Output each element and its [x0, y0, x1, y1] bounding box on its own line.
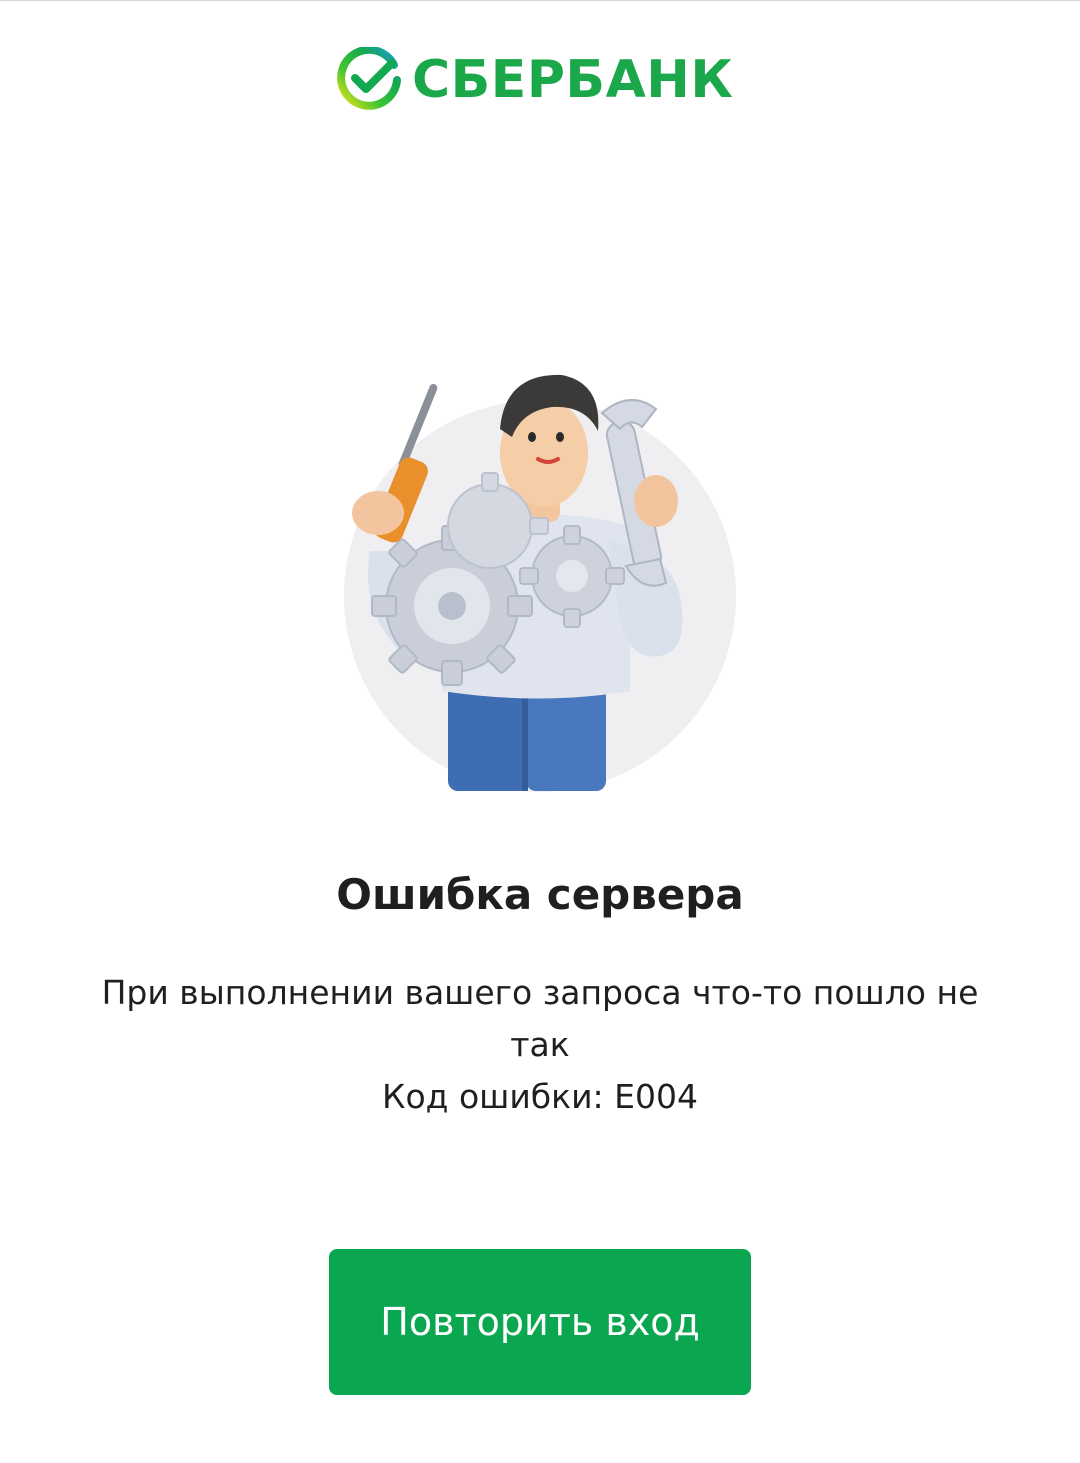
sberbank-logo: СБЕРБАНК: [336, 45, 733, 115]
sber-check-icon: [337, 47, 401, 110]
logo-wordmark: СБЕРБАНК: [412, 50, 734, 110]
retry-login-button[interactable]: Повторить вход: [329, 1249, 751, 1395]
engineer-illustration: [330, 361, 750, 801]
error-page: СБЕРБАНК Ошибка сервера При выполнении в…: [0, 0, 1080, 1463]
engineer-with-gears-icon: [344, 374, 736, 792]
error-description: При выполнении вашего запроса что-то пош…: [101, 973, 979, 1064]
error-title: Ошибка сервера: [336, 870, 744, 919]
error-code: Код ошибки: E004: [382, 1077, 698, 1116]
error-message: При выполнении вашего запроса что-то пош…: [90, 967, 990, 1123]
